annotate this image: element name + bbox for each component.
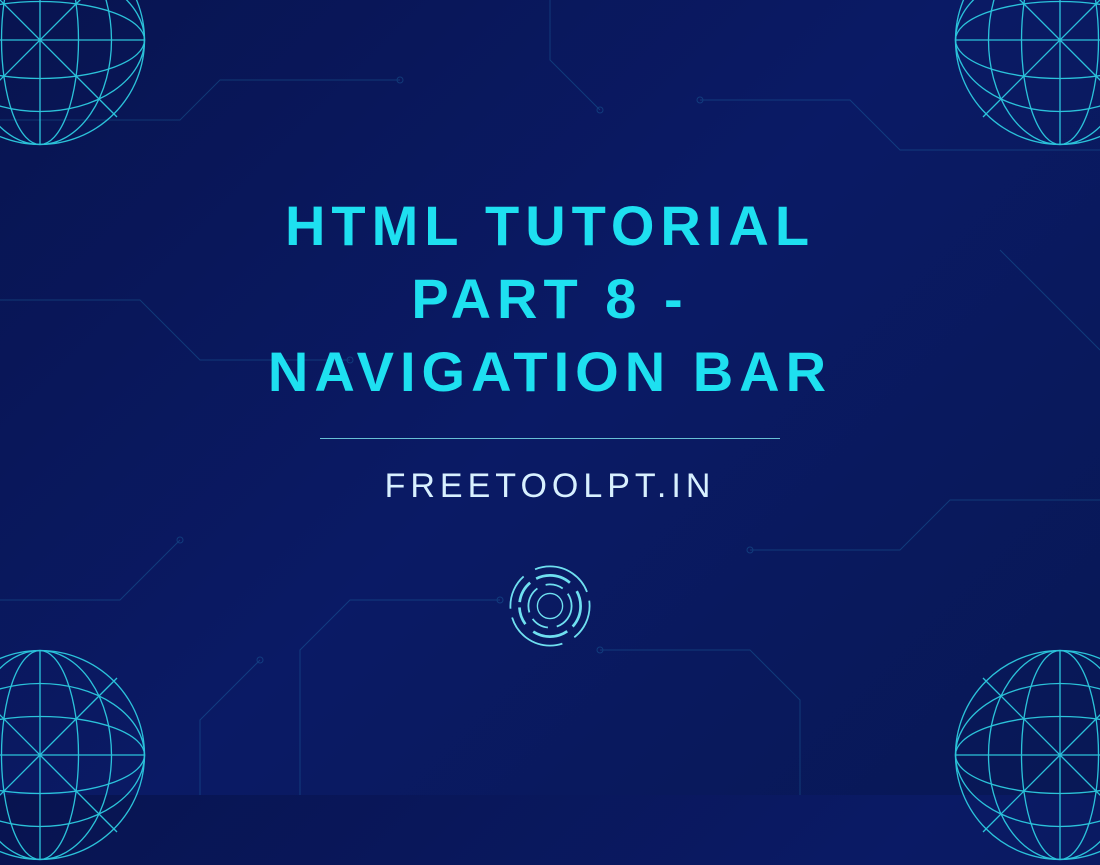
tech-ring-icon (505, 561, 595, 651)
title-line-1: HTML TUTORIAL (0, 190, 1100, 263)
divider-line (320, 438, 780, 439)
wireframe-sphere-bottom-right (950, 645, 1100, 865)
page-title: HTML TUTORIAL PART 8 - NAVIGATION BAR (0, 190, 1100, 408)
title-line-2: PART 8 - (0, 263, 1100, 336)
title-line-3: NAVIGATION BAR (0, 336, 1100, 409)
wireframe-sphere-top-left (0, 0, 150, 150)
subtitle: FREETOOLPT.IN (0, 467, 1100, 506)
wireframe-sphere-bottom-left (0, 645, 150, 865)
main-content: HTML TUTORIAL PART 8 - NAVIGATION BAR FR… (0, 190, 1100, 651)
wireframe-sphere-top-right (950, 0, 1100, 150)
